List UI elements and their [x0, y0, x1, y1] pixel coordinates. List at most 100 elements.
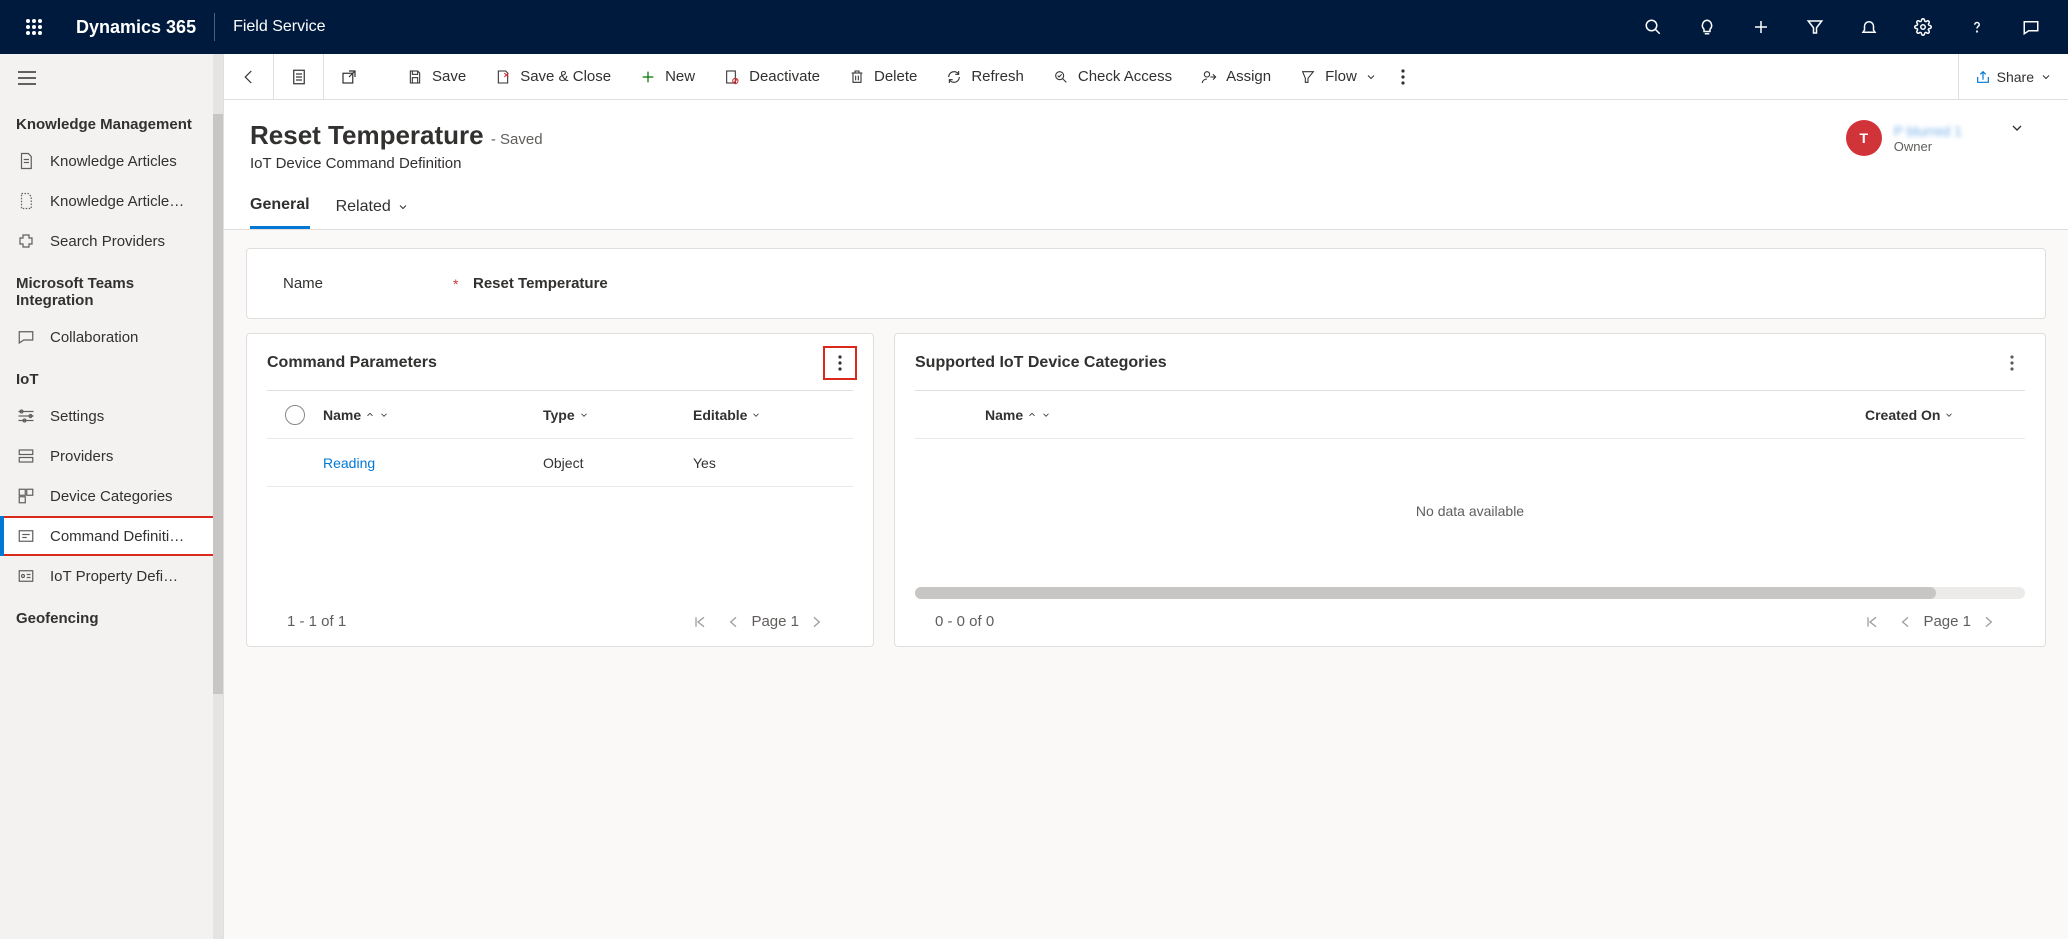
sidebar-item-label: Search Providers — [50, 233, 223, 250]
pager: 1 - 1 of 1 Page 1 — [267, 599, 853, 634]
lightbulb-icon[interactable] — [1680, 0, 1734, 54]
chat-panel-icon[interactable] — [2004, 0, 2058, 54]
pop-out-button[interactable] — [324, 54, 374, 100]
share-label: Share — [1997, 69, 2034, 85]
refresh-button[interactable]: Refresh — [931, 54, 1038, 100]
content-area: Save Save & Close New Deactivate Delete … — [224, 54, 2068, 939]
cmd-label: Deactivate — [749, 68, 820, 85]
sidebar-scrollbar[interactable] — [213, 54, 223, 939]
column-header-created-on[interactable]: Created On — [1865, 407, 2025, 423]
check-access-button[interactable]: Check Access — [1038, 54, 1186, 100]
field-value-name[interactable]: Reset Temperature — [473, 275, 608, 292]
pager-prev-button[interactable] — [717, 614, 751, 630]
kebab-icon — [1401, 69, 1405, 85]
pager-first-button[interactable] — [683, 614, 717, 630]
chevron-down-icon — [579, 410, 589, 420]
sidebar-item-iot-property-definitions[interactable]: IoT Property Defi… — [0, 556, 223, 596]
cmd-label: Check Access — [1078, 68, 1172, 85]
sort-asc-icon — [1027, 410, 1037, 420]
open-record-set-button[interactable] — [274, 54, 324, 100]
pager-next-button[interactable] — [1971, 614, 2005, 630]
cmd-label: New — [665, 68, 695, 85]
sidebar-item-command-definitions[interactable]: Command Definiti… — [0, 516, 223, 556]
column-header-editable[interactable]: Editable — [693, 407, 833, 423]
horizontal-scrollbar[interactable] — [915, 587, 2025, 599]
command-bar: Save Save & Close New Deactivate Delete … — [224, 54, 2068, 100]
save-and-close-button[interactable]: Save & Close — [480, 54, 625, 100]
sidebar-item-label: Knowledge Articles — [50, 153, 223, 170]
new-button[interactable]: New — [625, 54, 709, 100]
filter-icon[interactable] — [1788, 0, 1842, 54]
sidebar-group-geofencing: Geofencing — [0, 596, 223, 635]
share-button[interactable]: Share — [1958, 54, 2068, 100]
select-all-checkbox[interactable] — [285, 405, 305, 425]
help-icon[interactable] — [1950, 0, 2004, 54]
tab-general[interactable]: General — [250, 196, 310, 229]
save-close-icon — [494, 68, 512, 86]
record-count: 0 - 0 of 0 — [935, 613, 994, 630]
form-tabs: General Related — [224, 172, 2068, 230]
command-icon — [16, 526, 36, 546]
sidebar-item-search-providers[interactable]: Search Providers — [0, 221, 223, 261]
cmd-label: Delete — [874, 68, 917, 85]
more-commands-button[interactable] — [1391, 54, 1415, 100]
pager-first-button[interactable] — [1855, 614, 1889, 630]
delete-button[interactable]: Delete — [834, 54, 931, 100]
brand-name[interactable]: Dynamics 365 — [58, 17, 214, 38]
subgrid-title: Command Parameters — [267, 354, 437, 372]
add-icon[interactable] — [1734, 0, 1788, 54]
chevron-down-icon — [379, 410, 389, 420]
sidebar-item-label: Command Definiti… — [50, 528, 223, 545]
column-header-type[interactable]: Type — [543, 407, 693, 423]
no-data-message: No data available — [915, 439, 2025, 583]
flow-icon — [1299, 68, 1317, 86]
app-launcher-icon[interactable] — [10, 18, 58, 36]
sidebar-item-collaboration[interactable]: Collaboration — [0, 317, 223, 357]
cmd-label: Assign — [1226, 68, 1271, 85]
chevron-down-icon — [751, 410, 761, 420]
site-map-sidebar: Knowledge Management Knowledge Articles … — [0, 54, 224, 939]
subgrid-more-commands-button[interactable] — [827, 350, 853, 376]
header-expand-button[interactable] — [1992, 120, 2042, 136]
puzzle-icon — [16, 231, 36, 251]
column-header-name[interactable]: Name — [323, 407, 543, 423]
sidebar-collapse-button[interactable] — [0, 54, 223, 102]
gear-icon[interactable] — [1896, 0, 1950, 54]
sidebar-item-label: Providers — [50, 448, 223, 465]
chevron-down-icon — [1944, 410, 1954, 420]
sort-asc-icon — [365, 410, 375, 420]
sidebar-item-knowledge-articles[interactable]: Knowledge Articles — [0, 141, 223, 181]
cell-name-link[interactable]: Reading — [323, 455, 543, 471]
save-icon — [406, 68, 424, 86]
sidebar-item-device-categories[interactable]: Device Categories — [0, 476, 223, 516]
pager-prev-button[interactable] — [1889, 614, 1923, 630]
tab-related[interactable]: Related — [336, 196, 409, 229]
document-template-icon — [16, 191, 36, 211]
column-header-name[interactable]: Name — [985, 407, 1865, 423]
assign-button[interactable]: Assign — [1186, 54, 1285, 100]
column-headers: Name Type Editable — [267, 391, 853, 439]
chevron-down-icon — [397, 201, 409, 213]
sidebar-group-teams: Microsoft Teams Integration — [0, 261, 223, 317]
bell-icon[interactable] — [1842, 0, 1896, 54]
owner-field[interactable]: T P blurred 1 Owner — [1846, 120, 1962, 156]
search-icon[interactable] — [1626, 0, 1680, 54]
sidebar-item-settings[interactable]: Settings — [0, 396, 223, 436]
deactivate-icon — [723, 68, 741, 86]
sidebar-item-label: Knowledge Article… — [50, 193, 223, 210]
sidebar-item-knowledge-article-templates[interactable]: Knowledge Article… — [0, 181, 223, 221]
save-button[interactable]: Save — [392, 54, 480, 100]
chevron-down-icon — [2040, 71, 2052, 83]
owner-name: P blurred 1 — [1894, 123, 1962, 139]
sidebar-item-providers[interactable]: Providers — [0, 436, 223, 476]
pager-next-button[interactable] — [799, 614, 833, 630]
subgrid-more-commands-button[interactable] — [1999, 350, 2025, 376]
category-icon — [16, 486, 36, 506]
table-row[interactable]: Reading Object Yes — [267, 439, 853, 487]
flow-button[interactable]: Flow — [1285, 54, 1391, 100]
share-icon — [1975, 69, 1991, 85]
app-name[interactable]: Field Service — [215, 18, 343, 36]
deactivate-button[interactable]: Deactivate — [709, 54, 834, 100]
sidebar-item-label: Collaboration — [50, 329, 223, 346]
back-button[interactable] — [224, 54, 274, 100]
